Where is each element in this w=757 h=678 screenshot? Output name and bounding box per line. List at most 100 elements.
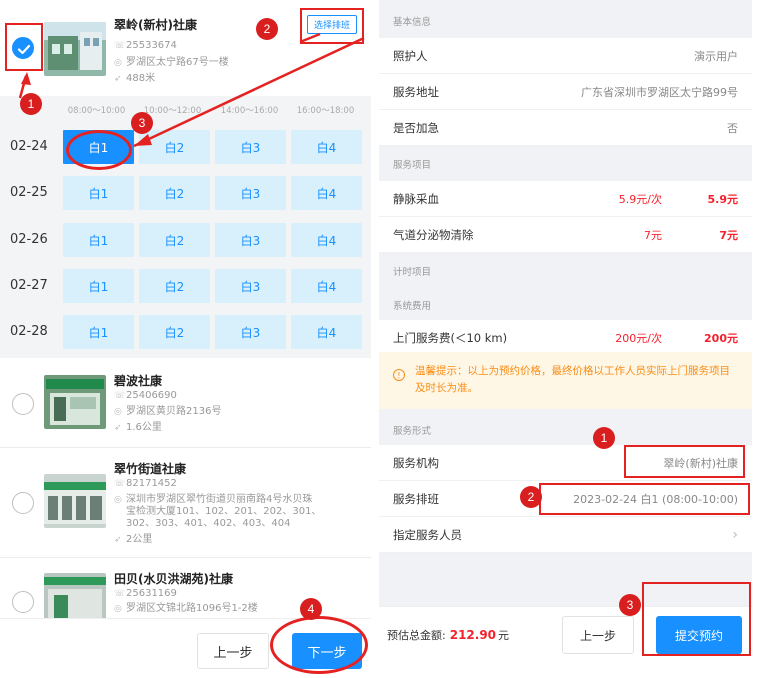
center-photo xyxy=(44,474,106,528)
center-distance: ➶ 1.6公里 xyxy=(114,421,162,435)
center-name: 翠竹街道社康 xyxy=(114,462,187,476)
center-address: ◎ 罗湖区太宁路67号一楼 xyxy=(114,56,229,70)
slot-header: 16:00～18:00 xyxy=(296,106,355,116)
schedule-date: 02-25 xyxy=(10,185,48,200)
slot[interactable]: 白4 xyxy=(291,176,362,210)
slot[interactable]: 白4 xyxy=(291,269,362,303)
service-row-blood: 静脉采血 5.9元/次 5.9元 xyxy=(379,181,752,217)
center-phone: ☏25533674 xyxy=(114,39,177,53)
info-row-urgent: 是否加急 否 xyxy=(379,110,752,146)
slot[interactable]: 白1 xyxy=(63,223,134,257)
slot[interactable]: 白2 xyxy=(139,269,210,303)
line-total: 200元 xyxy=(704,332,738,345)
row-value: 演示用户 xyxy=(694,50,738,63)
slot[interactable]: 白2 xyxy=(139,315,210,349)
phone-text: 25533674 xyxy=(126,40,177,51)
row-value: 否 xyxy=(727,122,738,135)
next-step-button[interactable]: 下一步 xyxy=(292,633,362,669)
center-radio[interactable] xyxy=(12,591,34,613)
center-card-tianbei[interactable]: 田贝(水贝洪湖苑)社康 ☏25631169 ◎ 罗湖区文锦北路1096号1-2楼 xyxy=(0,558,371,627)
center-card-cuiling[interactable]: 翠岭(新村)社康 ☏25533674 ◎ 罗湖区太宁路67号一楼 ➶ 488米 选择… xyxy=(0,0,371,96)
slot[interactable]: 白3 xyxy=(215,269,286,303)
slot[interactable]: 白1 xyxy=(63,269,134,303)
slot[interactable]: 白1 xyxy=(63,176,134,210)
slot[interactable]: 白2 xyxy=(139,130,210,164)
row-label: 服务地址 xyxy=(393,85,439,99)
navigation-icon: ➶ xyxy=(114,423,122,433)
location-icon: ◎ xyxy=(114,407,122,417)
center-card-bibo[interactable]: 碧波社康 ☏25406690 ◎ 罗湖区黄贝路2136号 ➶ 1.6公里 xyxy=(0,360,371,446)
distance-text: 1.6公里 xyxy=(126,422,162,433)
phone-text: 82171452 xyxy=(126,478,177,489)
slot[interactable]: 白4 xyxy=(291,223,362,257)
center-radio[interactable] xyxy=(12,492,34,514)
center-distance: ➶ 2公里 xyxy=(114,533,152,547)
phone-text: 25631169 xyxy=(126,588,177,599)
slot[interactable]: 白3 xyxy=(215,315,286,349)
service-row-airway: 气道分泌物清除 7元 7元 xyxy=(379,217,752,253)
unit-price: 7元 xyxy=(644,229,662,242)
slot[interactable]: 白4 xyxy=(291,315,362,349)
row-value: 广东省深圳市罗湖区太宁路99号 xyxy=(581,86,738,99)
address-text: 罗湖区太宁路67号一楼 xyxy=(126,57,229,68)
navigation-icon: ➶ xyxy=(114,535,122,545)
slot[interactable]: 白4 xyxy=(291,130,362,164)
slot[interactable]: 白3 xyxy=(215,130,286,164)
center-name: 田贝(水贝洪湖苑)社康 xyxy=(114,572,233,586)
schedule-date: 02-26 xyxy=(10,232,48,247)
phone-icon: ☏ xyxy=(114,41,126,51)
slot-header: 08:00～10:00 xyxy=(67,106,126,116)
right-footer: 预估总金额: 212.90 元 上一步 提交预约 xyxy=(379,606,752,678)
slot-header: 14:00～16:00 xyxy=(220,106,279,116)
center-phone: ☏82171452 xyxy=(114,477,177,491)
slot[interactable]: 白2 xyxy=(139,176,210,210)
form-row-schedule: 服务排班 2023-02-24 白1 (08:00-10:00) xyxy=(379,481,752,517)
submit-booking-button[interactable]: 提交预约 xyxy=(656,616,742,654)
slot[interactable]: 白3 xyxy=(215,176,286,210)
distance-text: 2公里 xyxy=(126,534,153,545)
center-address-line: 302、303、401、402、403、404 xyxy=(126,518,291,529)
left-panel: 翠岭(新村)社康 ☏25533674 ◎ 罗湖区太宁路67号一楼 ➶ 488米 选择… xyxy=(0,0,371,678)
pick-schedule-button[interactable]: 选择排班 xyxy=(307,15,357,34)
org-value: 翠岭(新村)社康 xyxy=(663,457,738,470)
slot-selected[interactable]: 白1 xyxy=(63,130,134,164)
center-address: ◎ 罗湖区文锦北路1096号1-2楼 xyxy=(114,602,258,616)
section-header-timed: 计时项目 xyxy=(379,254,752,288)
center-radio-selected[interactable] xyxy=(12,37,34,59)
slot[interactable]: 白1 xyxy=(63,315,134,349)
price-tip: ! 温馨提示：以上为预约价格，最终价格以工作人员实际上门服务项目及时长为准。 xyxy=(379,352,752,409)
left-footer: 上一步 下一步 xyxy=(0,618,371,678)
center-photo xyxy=(44,22,106,76)
total-unit: 元 xyxy=(498,629,510,642)
center-distance: ➶ 488米 xyxy=(114,72,155,86)
tip-text: 温馨提示：以上为预约价格，最终价格以工作人员实际上门服务项目及时长为准。 xyxy=(415,365,730,394)
row-label: 照护人 xyxy=(393,49,428,63)
phone-icon: ☏ xyxy=(114,391,126,401)
slot[interactable]: 白3 xyxy=(215,223,286,257)
prev-step-button[interactable]: 上一步 xyxy=(197,633,269,669)
navigation-icon: ➶ xyxy=(114,74,122,84)
center-name: 翠岭(新村)社康 xyxy=(114,18,197,32)
total-estimate: 预估总金额: 212.90 元 xyxy=(387,625,509,645)
address-text: 罗湖区文锦北路1096号1-2楼 xyxy=(126,603,258,614)
schedule-value: 2023-02-24 白1 (08:00-10:00) xyxy=(573,493,738,506)
center-radio[interactable] xyxy=(12,393,34,415)
unit-price: 5.9元/次 xyxy=(618,193,662,206)
row-label: 是否加急 xyxy=(393,121,439,135)
schedule-date: 02-28 xyxy=(10,324,48,339)
slot[interactable]: 白2 xyxy=(139,223,210,257)
section-header-service-form: 服务形式 xyxy=(379,413,752,447)
form-row-staff[interactable]: 指定服务人员 › xyxy=(379,517,752,553)
fee-row-visit: 上门服务费(＜10 km) 200元/次 200元 xyxy=(379,320,752,356)
prev-step-button[interactable]: 上一步 xyxy=(562,616,634,654)
section-header-fees: 系统费用 xyxy=(379,288,752,322)
line-total: 5.9元 xyxy=(707,193,739,206)
center-card-cuizhu[interactable]: 翠竹街道社康 ☏82171452 ◎ 深圳市罗湖区翠竹街道贝丽南路4号水贝珠 宝检… xyxy=(0,448,371,556)
row-label: 服务机构 xyxy=(393,456,439,470)
phone-text: 25406690 xyxy=(126,390,177,401)
schedule-date: 02-27 xyxy=(10,278,48,293)
distance-text: 488米 xyxy=(126,73,156,84)
section-header-service-items: 服务项目 xyxy=(379,147,752,181)
address-text: 深圳市罗湖区翠竹街道贝丽南路4号水贝珠 xyxy=(126,494,313,505)
total-label: 预估总金额: xyxy=(387,629,446,642)
